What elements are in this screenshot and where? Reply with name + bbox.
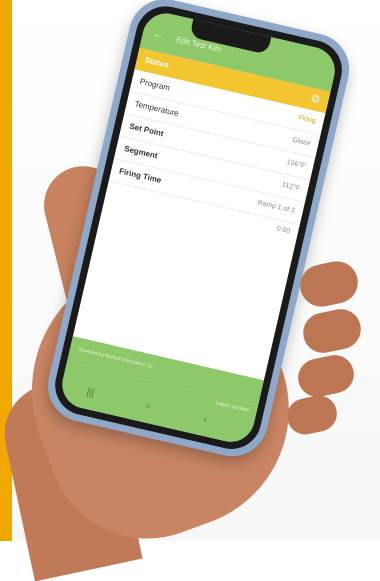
detail-label: Firing Time (118, 166, 163, 185)
gear-icon[interactable]: ⚙ (309, 92, 322, 107)
detail-label: Temperature (133, 99, 180, 119)
back-icon[interactable]: ‹ (202, 414, 208, 425)
detail-label: Segment (123, 144, 159, 161)
detail-value: Ramp 1 of 3 (256, 199, 296, 215)
detail-label: Program (138, 76, 171, 93)
recent-apps-icon[interactable]: ||| (85, 387, 95, 399)
detail-value: 106°F (285, 158, 306, 170)
timer-value: 0:00 (275, 225, 291, 236)
detail-value: Firing (297, 114, 317, 126)
home-icon[interactable]: ○ (144, 400, 152, 412)
footer-links[interactable]: Legal | Contact (215, 400, 249, 413)
detail-label: Set Point (128, 121, 165, 139)
detail-value: Glaze (291, 136, 311, 148)
detail-value: 112°F (281, 181, 301, 193)
arrow-left-icon[interactable]: ← (152, 28, 165, 42)
status-title: Status (143, 55, 170, 70)
